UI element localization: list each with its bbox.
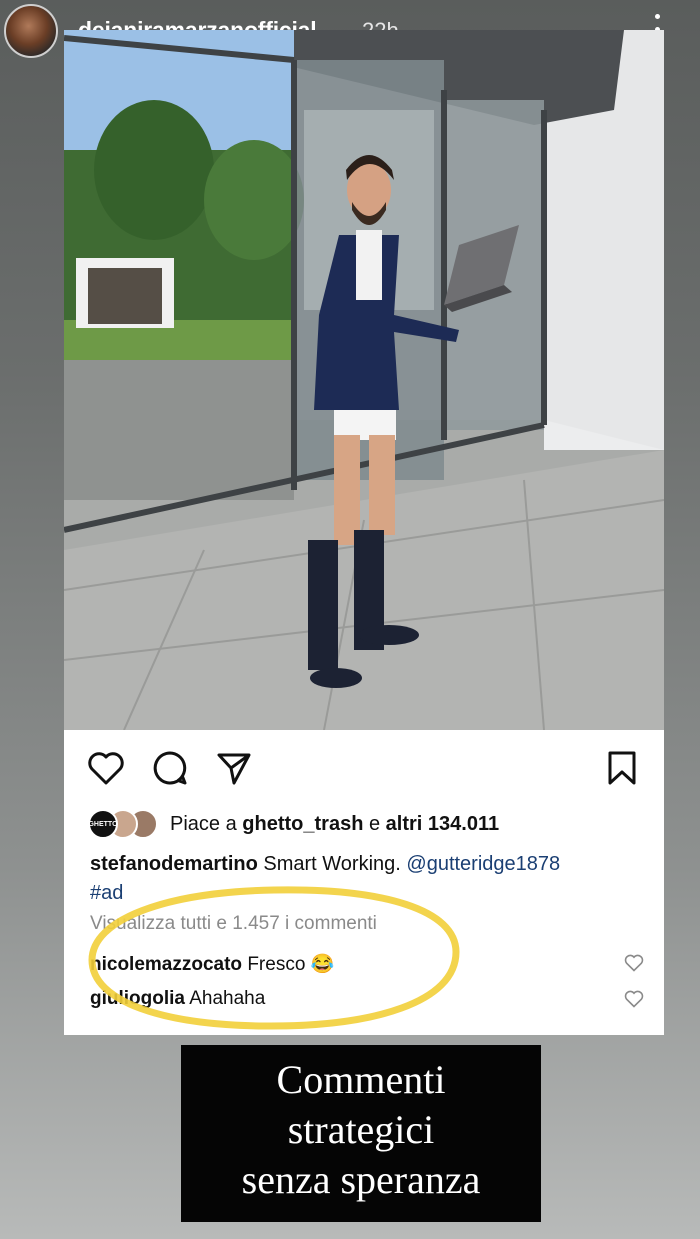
liker-avatar-label: GHETTO xyxy=(88,820,118,828)
view-all-comments-link[interactable]: Visualizza tutti e 1.457 i commenti xyxy=(90,913,377,935)
post-caption: stefanodemartino Smart Working. @gutteri… xyxy=(90,850,650,908)
sticker-line: Commenti xyxy=(276,1057,446,1102)
comment-username[interactable]: nicolemazzocato xyxy=(90,954,242,975)
likes-summary[interactable]: GHETTO Piace a ghetto_trash e altri 134.… xyxy=(88,808,499,840)
likes-text: Piace a ghetto_trash e altri 134.011 xyxy=(170,812,500,835)
caption-hashtag-link[interactable]: #ad xyxy=(90,882,123,904)
caption-username[interactable]: stefanodemartino xyxy=(90,853,258,875)
story-avatar[interactable] xyxy=(4,4,58,58)
caption-text: Smart Working. xyxy=(263,853,401,875)
share-send-icon[interactable] xyxy=(214,748,254,788)
liker-avatars: GHETTO xyxy=(88,809,162,839)
comment-username[interactable]: giuliogolia xyxy=(90,988,185,1009)
post-photo xyxy=(64,30,664,730)
comment-like-heart-icon[interactable] xyxy=(624,990,644,1008)
likes-count[interactable]: altri 134.011 xyxy=(386,813,499,835)
comment-like-heart-icon[interactable] xyxy=(624,954,644,972)
caption-mention-link[interactable]: @gutteridge1878 xyxy=(406,853,560,875)
story-text-sticker: Commenti strategici senza speranza xyxy=(181,1045,541,1222)
likes-user-link[interactable]: ghetto_trash xyxy=(242,813,363,835)
sticker-line: senza speranza xyxy=(241,1157,481,1202)
comment-row: giuliogolia Ahahaha xyxy=(90,988,265,1010)
comment-text: Fresco 😂 xyxy=(247,954,335,975)
bookmark-save-icon[interactable] xyxy=(602,748,642,788)
post-action-row xyxy=(64,748,664,788)
comment-icon[interactable] xyxy=(150,748,190,788)
liker-avatar: GHETTO xyxy=(88,809,118,839)
like-heart-icon[interactable] xyxy=(86,748,126,788)
sticker-line: strategici xyxy=(287,1107,435,1152)
post-screenshot: GHETTO Piace a ghetto_trash e altri 134.… xyxy=(64,30,664,1035)
comment-text: Ahahaha xyxy=(189,988,266,1009)
post-photo-image xyxy=(64,30,664,730)
comment-row: nicolemazzocato Fresco 😂 xyxy=(90,952,334,976)
